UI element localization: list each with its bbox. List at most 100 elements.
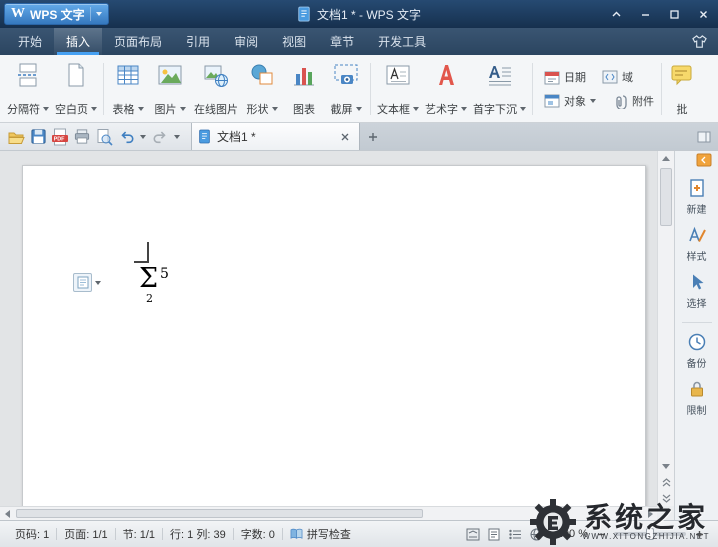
tab-review[interactable]: 审阅 xyxy=(222,28,270,55)
wps-menu-caret[interactable] xyxy=(90,7,102,21)
sidebar-item-label: 备份 xyxy=(687,355,707,370)
tab-view[interactable]: 视图 xyxy=(270,28,318,55)
paste-options-button[interactable] xyxy=(73,273,101,292)
redo-icon xyxy=(152,129,169,145)
insert-field-button[interactable]: 域 xyxy=(602,69,633,85)
insert-attachment-button[interactable]: 附件 xyxy=(612,93,654,109)
object-label: 对象 xyxy=(564,93,586,109)
scroll-up-button[interactable] xyxy=(658,151,674,166)
close-document-button[interactable] xyxy=(337,129,353,145)
horizontal-scroll-thumb[interactable] xyxy=(16,509,423,518)
open-file-button[interactable] xyxy=(5,126,27,148)
insert-chart-button[interactable]: 图表 xyxy=(283,58,325,120)
undo-button[interactable] xyxy=(115,126,137,148)
insert-wordart-button[interactable]: 艺术字 xyxy=(422,58,470,120)
insert-table-button[interactable]: 表格 xyxy=(107,58,149,120)
quick-access-toolbar: PDF 文档1 * xyxy=(0,123,718,151)
redo-button[interactable] xyxy=(149,126,171,148)
online-picture-label: 在线图片 xyxy=(194,101,238,117)
next-page-button[interactable] xyxy=(658,491,674,506)
sidebar-item-styles[interactable]: 样式 xyxy=(687,225,707,263)
tab-home[interactable]: 开始 xyxy=(6,28,54,55)
maximize-button[interactable] xyxy=(660,0,689,28)
vertical-scrollbar[interactable] xyxy=(657,151,674,506)
page-view-icon[interactable] xyxy=(488,528,500,541)
zoom-level[interactable]: 100 % xyxy=(557,528,588,540)
insert-screenshot-button[interactable]: 截屏 xyxy=(325,58,367,120)
shapes-label: 形状 xyxy=(247,101,269,117)
sidebar-item-label: 新建 xyxy=(687,201,707,216)
new-document-tab-button[interactable] xyxy=(360,123,386,150)
sidebar-item-restrict[interactable]: 限制 xyxy=(687,379,707,417)
minimize-icon xyxy=(640,9,651,20)
zoom-slider-thumb[interactable] xyxy=(646,528,654,540)
wps-menu-button[interactable]: W WPS 文字 xyxy=(4,3,109,25)
insert-online-picture-button[interactable]: 在线图片 xyxy=(191,58,241,120)
close-button[interactable] xyxy=(689,0,718,28)
tab-section[interactable]: 章节 xyxy=(318,28,366,55)
zoom-slider[interactable] xyxy=(614,532,686,536)
export-pdf-button[interactable]: PDF xyxy=(49,126,71,148)
blank-page-icon xyxy=(63,62,89,88)
web-view-icon[interactable] xyxy=(530,528,543,541)
sidebar-item-backup[interactable]: 备份 xyxy=(687,332,707,370)
insert-picture-button[interactable]: 图片 xyxy=(149,58,191,120)
previous-page-button[interactable] xyxy=(658,475,674,490)
calendar-icon xyxy=(544,69,560,85)
triangle-right-icon xyxy=(648,510,653,518)
chevron-down-icon xyxy=(272,107,278,111)
sidebar-item-new[interactable]: 新建 xyxy=(687,178,707,216)
scroll-left-button[interactable] xyxy=(0,507,14,520)
zoom-in-button[interactable] xyxy=(692,527,706,541)
expand-panel-button[interactable] xyxy=(696,153,714,169)
print-button[interactable] xyxy=(71,126,93,148)
open-folder-icon xyxy=(7,129,25,145)
scrollbar-corner xyxy=(657,506,674,520)
scroll-right-button[interactable] xyxy=(643,507,657,520)
cursor-arrow-icon xyxy=(687,272,707,292)
scroll-down-button[interactable] xyxy=(658,459,674,474)
insert-break-button[interactable]: 分隔符 xyxy=(4,58,52,120)
date-label: 日期 xyxy=(564,69,586,85)
sidebar-item-label: 选择 xyxy=(687,295,707,310)
horizontal-scrollbar[interactable] xyxy=(0,506,657,520)
plus-icon xyxy=(695,530,704,539)
tab-insert[interactable]: 插入 xyxy=(54,28,102,55)
fullscreen-view-icon[interactable] xyxy=(466,528,480,541)
window-controls xyxy=(602,0,718,28)
print-preview-button[interactable] xyxy=(93,126,115,148)
tab-page-layout[interactable]: 页面布局 xyxy=(102,28,174,55)
zoom-out-button[interactable] xyxy=(594,527,608,541)
insert-comment-button[interactable]: 批 xyxy=(665,58,699,120)
document-tab[interactable]: 文档1 * xyxy=(192,123,360,150)
insert-textbox-button[interactable]: 文本框 xyxy=(374,58,422,120)
status-word-count[interactable]: 字数: 0 xyxy=(234,526,282,542)
document-canvas[interactable]: Σ 5 2 xyxy=(0,151,657,506)
outline-view-icon[interactable] xyxy=(508,528,522,541)
comment-label: 批 xyxy=(677,101,688,117)
document-page[interactable]: Σ 5 2 xyxy=(22,165,646,506)
insert-date-button[interactable]: 日期 xyxy=(544,69,586,85)
save-button[interactable] xyxy=(27,126,49,148)
blank-page-label: 空白页 xyxy=(55,101,88,117)
collapse-ribbon-button[interactable] xyxy=(602,0,631,28)
field-label: 域 xyxy=(622,69,633,85)
summation-formula[interactable]: Σ 5 2 xyxy=(139,265,183,307)
change-skin-button[interactable] xyxy=(691,28,708,55)
vertical-scroll-thumb[interactable] xyxy=(660,168,672,226)
insert-dropcap-button[interactable]: 首字下沉 xyxy=(470,58,529,120)
sidebar-item-select[interactable]: 选择 xyxy=(687,272,707,310)
ribbon-small-group: 日期 域 对象 附件 xyxy=(536,58,658,120)
chevron-down-icon xyxy=(96,12,102,16)
toolbar-options-caret[interactable] xyxy=(171,135,183,139)
insert-blank-page-button[interactable]: 空白页 xyxy=(52,58,100,120)
insert-object-button[interactable]: 对象 xyxy=(544,93,596,109)
new-document-icon xyxy=(687,178,707,198)
spellcheck-button[interactable]: 拼写检查 xyxy=(283,526,358,542)
insert-shapes-button[interactable]: 形状 xyxy=(241,58,283,120)
undo-history-caret[interactable] xyxy=(137,135,149,139)
toolbar-panel-button[interactable] xyxy=(694,127,714,147)
minimize-button[interactable] xyxy=(631,0,660,28)
tab-references[interactable]: 引用 xyxy=(174,28,222,55)
tab-developer[interactable]: 开发工具 xyxy=(366,28,438,55)
